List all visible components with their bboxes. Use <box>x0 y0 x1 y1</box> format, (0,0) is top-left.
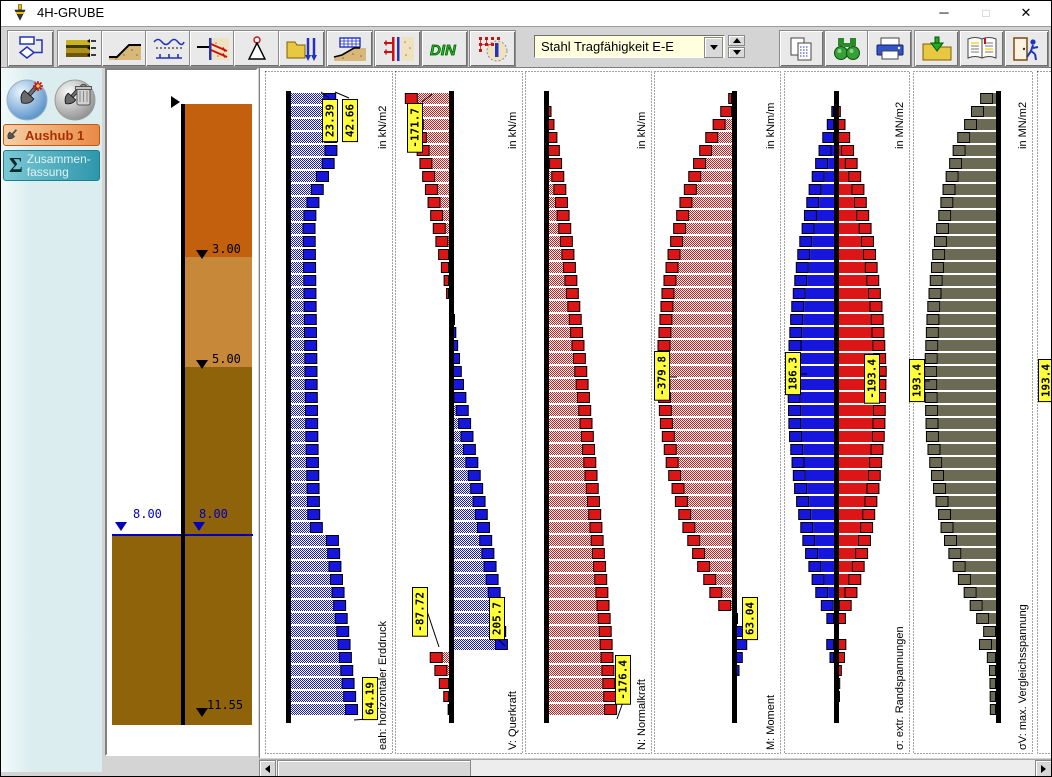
terrain-icon <box>108 35 142 63</box>
layer1-depth-label: 3.00 <box>212 242 241 256</box>
minimize-button[interactable]: ─ <box>929 1 959 25</box>
results-diagram-area <box>259 67 1052 758</box>
copy-pages-button[interactable] <box>779 30 824 67</box>
dropdown-value: Stahl Tragfähigkeit E-E <box>541 39 674 54</box>
manual-button[interactable] <box>959 30 1004 67</box>
settlement-icon <box>152 35 186 63</box>
workflow-icon <box>14 35 48 63</box>
layer2-depth-label: 5.00 <box>212 352 241 366</box>
wall-top-marker-icon <box>171 96 180 108</box>
spinner-up-button[interactable] <box>728 35 745 46</box>
workflow-button[interactable] <box>7 30 54 67</box>
water-level-label-right: 8.00 <box>199 507 228 521</box>
terrain-button[interactable] <box>101 30 148 67</box>
wall-bottom-marker-icon <box>196 708 208 717</box>
svg-text:DIN: DIN <box>430 42 457 59</box>
scroll-left-button[interactable] <box>259 760 276 777</box>
layer1-depth-marker-icon <box>196 250 208 259</box>
plumb-button[interactable] <box>233 30 280 67</box>
soil-layer-3 <box>185 367 252 725</box>
layer2-depth-marker-icon <box>196 360 208 369</box>
sigma-icon: Σ <box>9 153 23 178</box>
window-title: 4H-GRUBE <box>37 5 104 20</box>
printer-icon <box>873 35 907 63</box>
wall-verification-icon <box>381 35 415 63</box>
import-folder-icon <box>920 35 954 63</box>
sidebar: Aushub 1 Σ Zusammen- fassung <box>1 68 102 772</box>
app-window: 4H-GRUBE ─ □ ✕ <box>0 0 1052 777</box>
wall-verification-button[interactable] <box>374 30 421 67</box>
exit-door-icon <box>1010 35 1044 63</box>
delete-excavation-button[interactable] <box>53 77 98 122</box>
dropdown-arrow-icon[interactable] <box>704 37 723 58</box>
shovel-icon <box>4 128 19 143</box>
wall-bottom-label: 11.55 <box>207 698 243 712</box>
water-marker-left-icon <box>115 522 127 531</box>
spinner-down-button[interactable] <box>728 47 745 58</box>
load-circle-button[interactable] <box>469 30 516 67</box>
binoculars-icon <box>830 35 864 63</box>
sidebar-item-aushub-1[interactable]: Aushub 1 <box>3 124 100 146</box>
plumb-icon <box>240 35 274 63</box>
anchored-wall-button[interactable] <box>189 30 236 67</box>
soil-profile-panel: 3.00 5.00 8.00 8.00 11.55 <box>105 68 258 756</box>
print-button[interactable] <box>867 30 912 67</box>
surcharge-load-button[interactable] <box>326 30 373 67</box>
result-spinner <box>728 35 745 58</box>
soil-layer-2 <box>185 257 252 367</box>
surcharge-load-icon <box>333 35 367 63</box>
toolbar: DIN Stahl Tragfähigkeit E-E <box>1 27 1051 68</box>
excavation-base-soil <box>112 535 181 725</box>
soil-layers-button[interactable] <box>57 30 104 67</box>
trash-icon <box>76 85 92 106</box>
search-button[interactable] <box>824 30 869 67</box>
result-type-dropdown[interactable]: Stahl Tragfähigkeit E-E <box>534 35 725 58</box>
soil-layers-icon <box>64 35 98 63</box>
app-icon <box>11 4 29 22</box>
maximize-button[interactable]: □ <box>971 1 1001 25</box>
new-excavation-button[interactable] <box>5 77 50 122</box>
scroll-right-icon <box>1041 765 1046 773</box>
soil-layer-1 <box>185 104 252 257</box>
water-level-label-left: 8.00 <box>133 507 162 521</box>
water-marker-right-icon <box>193 522 205 531</box>
piles-folder-icon <box>285 35 319 63</box>
wall-line <box>181 104 185 725</box>
close-button[interactable]: ✕ <box>1011 1 1041 25</box>
anchored-wall-icon <box>196 35 230 63</box>
scrollbar-thumb[interactable] <box>277 760 471 777</box>
copy-pages-icon <box>785 35 819 63</box>
scroll-left-icon <box>265 765 270 773</box>
import-button[interactable] <box>914 30 959 67</box>
settlement-button[interactable] <box>145 30 192 67</box>
sidebar-item-zusammenfassung[interactable]: Σ Zusammen- fassung <box>3 150 100 181</box>
load-circle-icon <box>476 35 510 63</box>
horizontal-scrollbar[interactable] <box>259 759 1052 777</box>
piles-folder-button[interactable] <box>278 30 325 67</box>
manual-book-icon <box>965 35 999 63</box>
sidebar-item-label: Aushub 1 <box>25 128 84 143</box>
scroll-right-button[interactable] <box>1035 760 1052 777</box>
titlebar: 4H-GRUBE ─ □ ✕ <box>1 1 1051 27</box>
sidebar-item-label: Zusammen- fassung <box>27 153 91 179</box>
exit-button[interactable] <box>1004 30 1049 67</box>
din-button[interactable]: DIN <box>421 30 468 67</box>
din-icon: DIN <box>428 35 462 63</box>
